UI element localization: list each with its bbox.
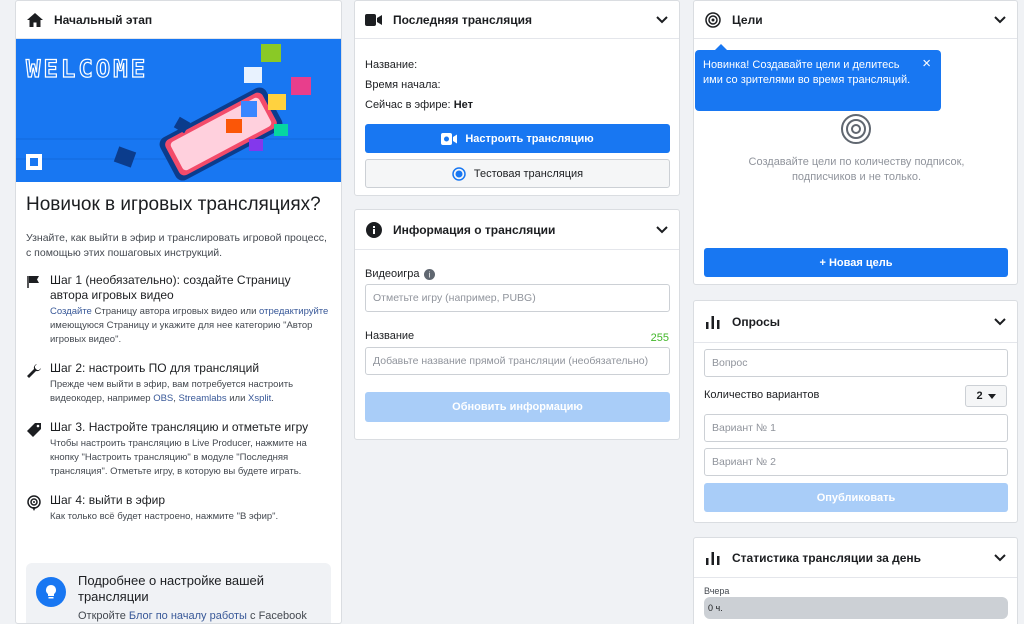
new-goal-button[interactable]: + Новая цель [704, 248, 1008, 277]
broadcast-start-label: Время начала: [365, 79, 441, 91]
poll-options-label: Количество вариантов [704, 389, 820, 401]
update-info-button[interactable]: Обновить информацию [365, 392, 670, 422]
edit-page-link[interactable]: отредактируйте [259, 306, 328, 317]
game-label: Видеоигра [365, 268, 420, 280]
wrench-icon [26, 361, 50, 406]
help-icon[interactable]: i [423, 268, 435, 280]
setup-broadcast-button[interactable]: Настроить трансляцию [365, 124, 670, 153]
poll-question-input[interactable]: Вопрос [704, 349, 1008, 377]
daily-stats-title: Статистика трансляции за день [732, 550, 922, 565]
broadcast-live-status: Сейчас в эфире: Нет [365, 99, 473, 111]
chevron-down-icon[interactable] [993, 13, 1007, 27]
poll-options-count: 2 [976, 390, 983, 402]
broadcast-name-label: Название: [365, 59, 418, 71]
obs-link[interactable]: OBS [153, 393, 173, 404]
welcome-banner: WELCOME [16, 39, 341, 182]
chevron-down-icon[interactable] [993, 315, 1007, 329]
close-icon[interactable]: × [922, 56, 931, 71]
game-input[interactable]: Отметьте игру (например, PUBG) [365, 284, 670, 312]
last-broadcast-header[interactable]: Последняя трансляция [355, 1, 679, 39]
live-video-icon [441, 132, 458, 145]
yesterday-value: 0 ч. [708, 603, 723, 613]
getting-started-header: Начальный этап [16, 1, 341, 39]
more-info-box: Подробнее о настройке вашей трансляции О… [26, 563, 331, 623]
title-label: Название [365, 330, 415, 342]
polls-card: Опросы Вопрос Количество вариантов 2 Вар… [693, 300, 1018, 523]
start-blog-link[interactable]: Блог по началу работы [129, 610, 247, 622]
goals-header[interactable]: Цели [694, 1, 1017, 39]
svg-text:i: i [428, 270, 430, 279]
tooltip-text: Новинка! Создавайте цели и делитесь ими … [703, 59, 911, 86]
daily-stats-card: Статистика трансляции за день Вчера 0 ч. [693, 537, 1018, 624]
step-2-desc: Прежде чем выйти в эфир, вам потребуется… [50, 379, 294, 404]
step-4: Шаг 4: выйти в эфир Как только всё будет… [26, 493, 331, 524]
xsplit-link[interactable]: Xsplit [248, 393, 271, 404]
lightbulb-icon [36, 577, 66, 607]
last-broadcast-card: Последняя трансляция Название: Время нач… [354, 0, 680, 196]
publish-poll-button[interactable]: Опубликовать [704, 483, 1008, 512]
home-icon [26, 11, 44, 29]
poll-option-2-input[interactable]: Вариант № 2 [704, 448, 1008, 476]
step-1: Шаг 1 (необязательно): создайте Страницу… [26, 273, 331, 347]
stats-icon [704, 549, 722, 567]
poll-options-select[interactable]: 2 [965, 385, 1007, 407]
polls-title: Опросы [732, 314, 781, 329]
step-4-title: Шаг 4: выйти в эфир [50, 493, 166, 507]
step-2: Шаг 2: настроить ПО для трансляций Прежд… [26, 361, 331, 406]
goals-card: Цели Создавайте цели по количеству подпи… [693, 0, 1018, 285]
step-3: Шаг 3. Настройте трансляцию и отметьте и… [26, 420, 331, 479]
getting-started-intro: Узнайте, как выйти в эфир и транслироват… [26, 232, 327, 259]
goals-description: Создавайте цели по количеству подписок, … [748, 156, 965, 183]
yesterday-value-bar: 0 ч. [704, 597, 1008, 619]
target-icon [704, 11, 722, 29]
goals-tooltip: Новинка! Создавайте цели и делитесь ими … [695, 44, 941, 111]
caret-down-icon [987, 393, 996, 399]
flag-icon [26, 273, 50, 347]
getting-started-title: Начальный этап [54, 12, 153, 27]
step-2-title: Шаг 2: настроить ПО для трансляций [50, 361, 260, 375]
tag-icon [26, 420, 50, 479]
step-3-title: Шаг 3. Настройте трансляцию и отметьте и… [50, 420, 309, 434]
step-1-title: Шаг 1 (необязательно): создайте Страницу… [50, 273, 291, 302]
step-3-desc: Чтобы настроить трансляцию в Live Produc… [50, 438, 307, 477]
record-icon [452, 166, 466, 181]
tooltip-pointer [715, 44, 727, 50]
broadcast-info-title: Информация о трансляции [393, 222, 556, 237]
broadcast-info-card: Информация о трансляции Видеоигра i Отме… [354, 209, 680, 440]
last-broadcast-title: Последняя трансляция [393, 12, 532, 27]
more-info-title: Подробнее о настройке вашей трансляции [78, 573, 265, 604]
step-1-desc: Создайте Страницу автора игровых видео и… [50, 306, 329, 345]
setup-broadcast-label: Настроить трансляцию [465, 132, 594, 145]
chevron-down-icon[interactable] [655, 223, 669, 237]
poll-icon [704, 313, 722, 331]
polls-header[interactable]: Опросы [694, 301, 1017, 343]
broadcast-info-header[interactable]: Информация о трансляции [355, 210, 679, 250]
daily-stats-header[interactable]: Статистика трансляции за день [694, 538, 1017, 578]
streamlabs-link[interactable]: Streamlabs [179, 393, 227, 404]
test-broadcast-label: Тестовая трансляция [473, 167, 584, 180]
chevron-down-icon[interactable] [993, 551, 1007, 565]
goals-large-target-icon [840, 113, 872, 148]
test-broadcast-button[interactable]: Тестовая трансляция [365, 159, 670, 188]
live-broadcast-icon [26, 493, 50, 524]
getting-started-heading: Новичок в игровых трансляциях? [26, 194, 321, 215]
title-input[interactable]: Добавьте название прямой трансляции (нео… [365, 347, 670, 375]
create-page-link[interactable]: Создайте [50, 306, 92, 317]
chevron-down-icon[interactable] [655, 13, 669, 27]
yesterday-label: Вчера [704, 586, 730, 596]
title-char-counter: 255 [650, 332, 669, 344]
more-info-text: Откройте Блог по началу работы с Faceboo… [78, 610, 307, 622]
goals-title: Цели [732, 12, 763, 27]
info-icon [365, 221, 383, 239]
step-4-desc: Как только всё будет настроено, нажмите … [50, 511, 279, 522]
getting-started-card: Начальный этап WELCOME Новичок в игровых… [15, 0, 342, 624]
welcome-banner-text: WELCOME [25, 54, 149, 83]
poll-option-1-input[interactable]: Вариант № 1 [704, 414, 1008, 442]
video-camera-icon [365, 11, 383, 29]
